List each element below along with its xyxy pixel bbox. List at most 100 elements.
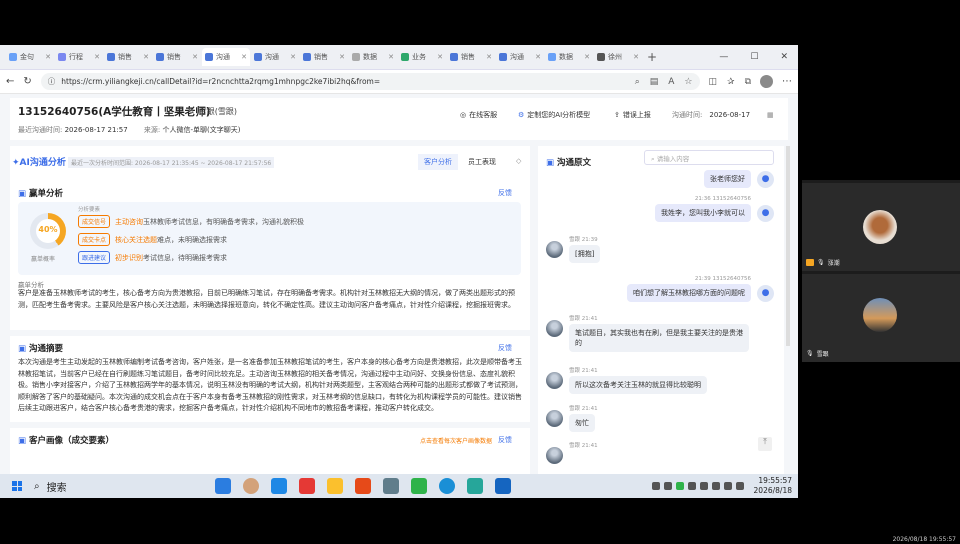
- app-icon[interactable]: [467, 478, 483, 494]
- maximize-icon[interactable]: ☐: [750, 52, 758, 62]
- reader-icon[interactable]: ▤: [650, 77, 659, 87]
- profile-avatar[interactable]: [760, 75, 773, 88]
- zoom-icon[interactable]: ⌕: [635, 77, 640, 87]
- tab-close-icon[interactable]: ✕: [388, 53, 394, 61]
- calculator-icon[interactable]: [383, 478, 399, 494]
- browser-tab[interactable]: 销售 ✕: [104, 48, 152, 66]
- browser-tab[interactable]: 数据 ✕: [545, 48, 593, 66]
- folder-icon[interactable]: [327, 478, 343, 494]
- summary-feedback-link[interactable]: 反馈: [498, 343, 512, 353]
- wps-icon[interactable]: [299, 478, 315, 494]
- browser-tab[interactable]: 金句 ✕: [6, 48, 54, 66]
- edge-icon[interactable]: [439, 478, 455, 494]
- address-bar[interactable]: ⓘ https://crm.yiliangkeji.cn/callDetail?…: [40, 73, 700, 90]
- tab-label: 金句: [20, 53, 34, 61]
- app-icon[interactable]: [271, 478, 287, 494]
- message-meta: 雪跟 21:41: [569, 316, 598, 322]
- tab-close-icon[interactable]: ✕: [241, 53, 247, 61]
- tab-staff-performance[interactable]: 员工表现: [462, 154, 502, 170]
- tab-customer-analysis[interactable]: 客户分析: [418, 154, 458, 170]
- browser-tab[interactable]: 业务 ✕: [398, 48, 446, 66]
- new-tab-button[interactable]: +: [647, 50, 657, 64]
- app-icon[interactable]: [355, 478, 371, 494]
- message-meta: 雪跟 21:41: [569, 368, 598, 374]
- custom-model-button[interactable]: ⚙ 定制您的AI分析模型: [518, 110, 590, 120]
- portrait-feedback-link[interactable]: 反馈: [498, 435, 512, 445]
- clock-date: 2026/8/18: [753, 486, 792, 495]
- online-service-button[interactable]: ◎ 在线客服: [460, 110, 497, 120]
- collections-icon[interactable]: ⧉: [745, 77, 751, 87]
- browser-tab[interactable]: 销售 ✕: [447, 48, 495, 66]
- tray-icon[interactable]: [675, 482, 684, 490]
- tab-close-icon[interactable]: ✕: [143, 53, 149, 61]
- tab-favicon-icon: [156, 53, 164, 61]
- favorite-icon[interactable]: ☆: [684, 77, 692, 87]
- wechat-icon[interactable]: [411, 478, 427, 494]
- browser-tab[interactable]: 数据 ✕: [349, 48, 397, 66]
- scroll-top-icon[interactable]: ⤒: [758, 437, 772, 451]
- more-icon[interactable]: ⋯: [782, 76, 792, 87]
- comm-time-filter[interactable]: 沟通时间: 2026-08-17 ▦: [672, 110, 774, 120]
- browser-tab[interactable]: 行程 ✕: [55, 48, 103, 66]
- volume-icon[interactable]: [735, 482, 744, 490]
- back-icon[interactable]: ←: [6, 76, 14, 87]
- tab-close-icon[interactable]: ✕: [437, 53, 443, 61]
- score-section-title-text: 赢单分析: [29, 189, 64, 199]
- app-icon[interactable]: [243, 478, 259, 494]
- tab-close-icon[interactable]: ✕: [486, 53, 492, 61]
- app-icon[interactable]: [495, 478, 511, 494]
- tag-icon[interactable]: ◇: [510, 154, 527, 168]
- participant-name: 🎙 涨潮: [806, 258, 840, 267]
- taskbar-search[interactable]: ⌕ 搜索: [34, 479, 209, 494]
- tray-icon[interactable]: [699, 482, 708, 490]
- report-button[interactable]: ⇪ 错误上报: [614, 110, 651, 120]
- tab-close-icon[interactable]: ✕: [584, 53, 590, 61]
- reload-icon[interactable]: ↻: [23, 76, 31, 87]
- message-meta: 雪跟 21:39: [569, 237, 598, 243]
- tab-close-icon[interactable]: ✕: [633, 53, 639, 61]
- wifi-icon[interactable]: [723, 482, 732, 490]
- tab-close-icon[interactable]: ✕: [339, 53, 345, 61]
- portrait-link[interactable]: 点击查看每次客户画像数据: [420, 436, 492, 445]
- page-scrollbar[interactable]: [786, 146, 790, 346]
- site-info-icon[interactable]: ⓘ: [48, 76, 56, 87]
- tab-favicon-icon: [548, 53, 556, 61]
- split-icon[interactable]: ◫: [709, 77, 718, 87]
- feedback-link[interactable]: 反馈: [498, 188, 512, 198]
- browser-tab[interactable]: 沟通 ✕: [251, 48, 299, 66]
- search-placeholder: 请输入内容: [656, 155, 690, 163]
- windows-start-icon[interactable]: [12, 481, 22, 491]
- app-icon[interactable]: [215, 478, 231, 494]
- tab-label: 行程: [69, 53, 83, 61]
- analysis-tag-row: 跟进建议 初步识别 考试信息，待明确报考需求: [78, 251, 227, 264]
- browser-tab[interactable]: 沟通 ✕: [202, 48, 250, 66]
- clock[interactable]: 19:55:57 2026/8/18: [754, 476, 792, 496]
- browser-tab[interactable]: 销售 ✕: [300, 48, 348, 66]
- tab-close-icon[interactable]: ✕: [290, 53, 296, 61]
- participant-avatar: [863, 298, 897, 332]
- tray-icon[interactable]: [663, 482, 672, 490]
- browser-tab[interactable]: 销售 ✕: [153, 48, 201, 66]
- browser-tab[interactable]: 徐州 ✕: [594, 48, 642, 66]
- tab-close-icon[interactable]: ✕: [45, 53, 51, 61]
- tab-close-icon[interactable]: ✕: [192, 53, 198, 61]
- tray-icon[interactable]: [651, 482, 660, 490]
- tab-label: 沟通: [216, 53, 230, 61]
- chat-search-input[interactable]: ⌕ 请输入内容: [644, 150, 774, 165]
- tab-close-icon[interactable]: ✕: [94, 53, 100, 61]
- message-meta: 雪跟 21:41: [569, 443, 598, 449]
- chat-message: 21:39 13152640756 咱们想了解玉林教招哪方面的问题呢 ●: [627, 276, 774, 302]
- score-section-title: ▣ 赢单分析: [18, 187, 63, 199]
- favorites-icon[interactable]: ✰: [727, 77, 735, 87]
- tab-close-icon[interactable]: ✕: [535, 53, 541, 61]
- tray-icon[interactable]: [711, 482, 720, 490]
- tray-icon[interactable]: [687, 482, 696, 490]
- close-window-icon[interactable]: ✕: [780, 52, 788, 62]
- read-aloud-icon[interactable]: A: [668, 77, 674, 87]
- browser-tab[interactable]: 沟通 ✕: [496, 48, 544, 66]
- minimize-icon[interactable]: —: [719, 52, 728, 62]
- upload-icon: ⇪: [614, 111, 620, 119]
- nav-bar: ← ↻ ⓘ https://crm.yiliangkeji.cn/callDet…: [0, 70, 798, 94]
- message-bubble: 张老师您好: [704, 170, 751, 188]
- taskbar-search-label: 搜索: [46, 482, 67, 494]
